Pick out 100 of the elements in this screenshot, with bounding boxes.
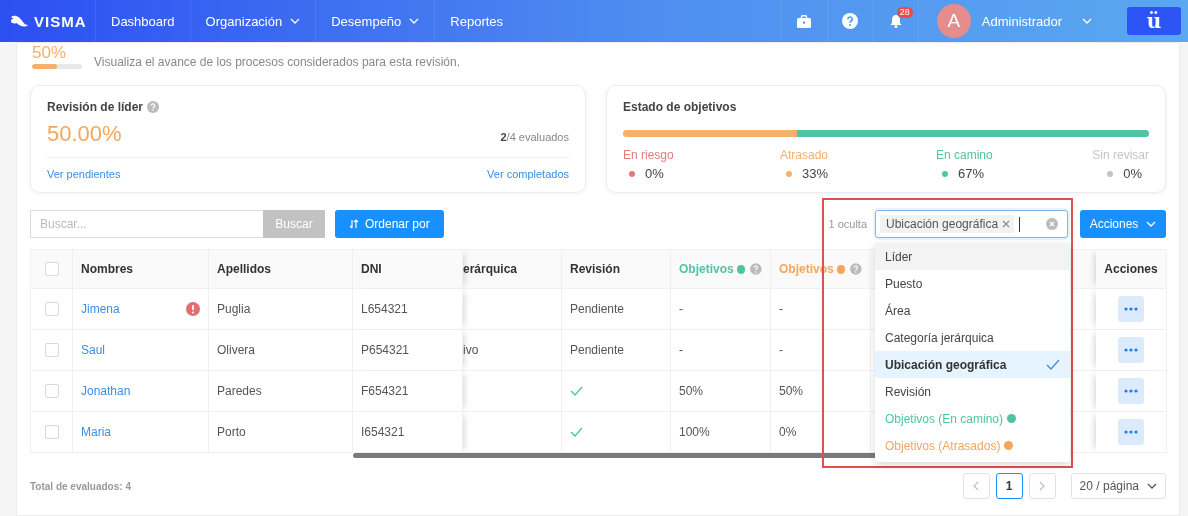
status-label: En riesgo (623, 147, 675, 163)
more-icon (1124, 307, 1138, 311)
actions-button[interactable]: Acciones (1080, 210, 1166, 238)
progress-description: Visualiza el avance de los procesos considerados para esta revisión. (94, 54, 460, 70)
tag-label: Ubicación geográfica (886, 217, 999, 231)
status-label: Sin revisar (1092, 147, 1149, 163)
column-header: erárquica (463, 262, 518, 276)
more-icon (1124, 348, 1138, 352)
dropdown-option[interactable]: Revisión (875, 378, 1070, 405)
close-icon[interactable] (1002, 220, 1011, 228)
table-cell: 50% (679, 384, 704, 398)
name-link[interactable]: Jonathan (81, 384, 131, 398)
previous-page-button[interactable] (962, 473, 990, 499)
link[interactable]: Ver pendientes (47, 166, 121, 182)
total-count: Total de evaluados: 4 (30, 480, 131, 492)
notification-bell-icon[interactable] (889, 14, 902, 28)
chevron-down-icon (290, 18, 301, 24)
column-header: Apellidos (217, 262, 271, 276)
table-cell: - (679, 302, 683, 316)
more-button[interactable] (1118, 378, 1144, 404)
table-cell: ivo (463, 343, 479, 357)
dropdown-option[interactable]: Objetivos (En camino) (875, 405, 1070, 432)
dropdown-option[interactable]: Líder (875, 243, 1070, 270)
name-link[interactable]: Jimena (81, 302, 120, 316)
status-value: 0% (1123, 165, 1142, 183)
column-header: Revisión (570, 262, 620, 276)
chevron-left-icon (973, 481, 980, 491)
table-cell: 100% (679, 425, 710, 439)
more-button[interactable] (1118, 337, 1144, 363)
column-header: Acciones (1104, 262, 1158, 276)
status-label: Atrasado (780, 147, 830, 163)
sort-icon (349, 219, 359, 229)
table-cell: 0% (779, 425, 797, 439)
chevron-down-icon (1146, 221, 1157, 227)
notification-badge: 28 (896, 7, 913, 18)
text-cursor (1019, 216, 1021, 232)
help-icon[interactable] (850, 263, 862, 275)
status-value: 67% (958, 165, 985, 183)
name-link[interactable]: Saul (81, 343, 106, 357)
checkbox[interactable] (44, 384, 59, 398)
column-header: Nombres (81, 262, 133, 276)
more-button[interactable] (1118, 296, 1144, 322)
briefcase-icon[interactable] (797, 14, 812, 28)
table-cell: - (779, 302, 783, 316)
chevron-down-icon (1147, 483, 1157, 489)
check-icon (1046, 359, 1060, 370)
table-cell: P654321 (361, 343, 410, 357)
table-cell: I654321 (361, 425, 405, 439)
chevron-right-icon (1039, 481, 1046, 491)
column-header: Objetivos (679, 262, 734, 276)
checkbox[interactable] (44, 262, 59, 276)
dropdown-option[interactable]: Área (875, 297, 1070, 324)
help-icon[interactable] (147, 101, 160, 113)
page-button[interactable]: 1 (995, 473, 1023, 499)
dropdown-option[interactable]: Puesto (875, 270, 1070, 297)
status-label: En camino (936, 147, 994, 163)
clear-icon[interactable] (1046, 218, 1058, 230)
table-cell: - (779, 343, 783, 357)
table-cell: Pendiente (570, 302, 625, 316)
progress-percent: 50% (32, 44, 68, 62)
logo-icon (10, 15, 30, 27)
column-header: DNI (361, 262, 382, 276)
link[interactable]: Ver completados (487, 166, 569, 182)
table-cell: Porto (217, 425, 246, 439)
column-select[interactable]: Ubicación geográfica (875, 210, 1068, 238)
checkbox[interactable] (44, 425, 59, 439)
alert-icon (186, 302, 200, 316)
table-cell: L654321 (361, 302, 408, 316)
help-icon[interactable] (842, 13, 859, 29)
hidden-columns-count: 1 oculta (828, 218, 867, 230)
user-name[interactable]: Administrador (981, 13, 1062, 29)
checkbox[interactable] (44, 343, 59, 357)
chevron-down-icon (409, 18, 420, 24)
dropdown-option[interactable]: Ubicación geográfica (875, 351, 1070, 378)
card-title: Estado de objetivos (623, 99, 738, 115)
more-icon (1124, 430, 1138, 434)
sort-button[interactable]: Ordenar por (335, 210, 444, 238)
page-size-select[interactable]: 20 / página (1070, 473, 1166, 499)
name-link[interactable]: Maria (81, 425, 111, 439)
logo-text: VISMA (34, 12, 87, 30)
table-cell: F654321 (361, 384, 409, 398)
table-cell: 50% (779, 384, 804, 398)
chevron-down-icon[interactable] (1082, 18, 1092, 24)
next-page-button[interactable] (1028, 473, 1056, 499)
status-value: 0% (645, 165, 664, 183)
table-cell: Pendiente (570, 343, 625, 357)
review-percent: 50.00% (47, 121, 122, 147)
checkbox[interactable] (44, 302, 59, 316)
table-cell: - (679, 343, 683, 357)
evaluated-count: 2/4 evaluados (500, 130, 569, 145)
search-field[interactable]: Buscar... (30, 210, 263, 238)
more-button[interactable] (1118, 419, 1144, 445)
dropdown-option[interactable]: Categoría jerárquica (875, 324, 1070, 351)
user-avatar[interactable]: A (936, 4, 971, 38)
card-title: Revisión de líder (47, 99, 144, 115)
help-icon[interactable] (750, 263, 762, 275)
status-value: 33% (802, 165, 829, 183)
table-cell: Puglia (217, 302, 251, 316)
dropdown-option[interactable]: Objetivos (Atrasados) (875, 432, 1070, 459)
app-button[interactable]: ü (1127, 7, 1181, 35)
